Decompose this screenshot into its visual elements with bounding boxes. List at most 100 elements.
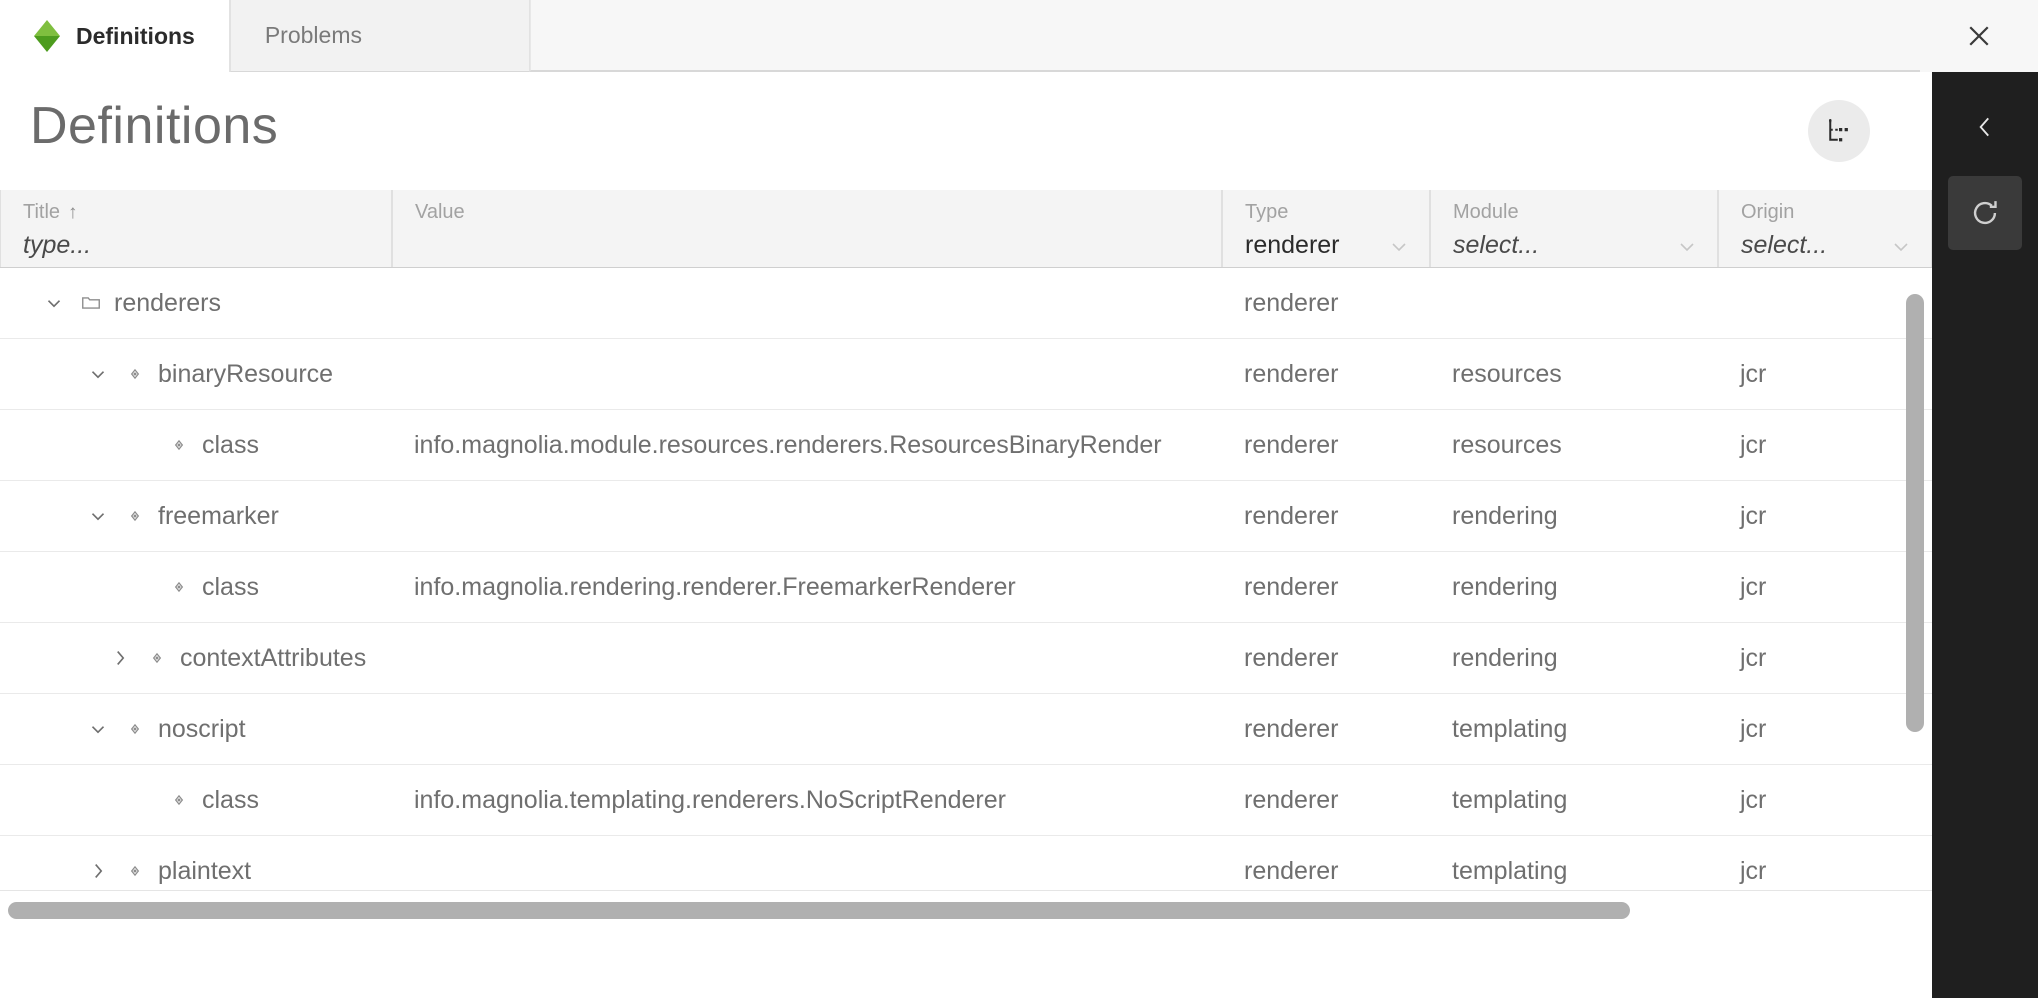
tree-view-toggle-button[interactable] [1808, 100, 1870, 162]
refresh-button[interactable] [1948, 176, 2022, 250]
row-expander[interactable] [34, 283, 74, 323]
cell-type: renderer [1244, 643, 1339, 672]
chevron-right-icon [95, 864, 103, 878]
table-row[interactable]: freemarker renderer rendering jcr [0, 481, 1932, 552]
vertical-scrollbar-thumb[interactable] [1906, 294, 1924, 732]
magnolia-logo-icon [34, 20, 60, 52]
cell-title: renderers [0, 283, 392, 323]
chevron-down-icon [1894, 242, 1908, 251]
node-icon [130, 510, 140, 522]
table-row[interactable]: class info.magnolia.module.resources.rend… [0, 410, 1932, 481]
action-rail [1932, 72, 2038, 998]
cell-title: class [0, 567, 392, 607]
tab-definitions[interactable]: Definitions [0, 0, 230, 72]
column-label-module: Module [1453, 201, 1519, 223]
column-header-type[interactable]: Type renderer [1222, 190, 1430, 267]
horizontal-scrollbar-thumb[interactable] [8, 902, 1630, 919]
column-header-value[interactable]: Value [392, 190, 1222, 267]
node-icon [130, 865, 140, 877]
tab-problems-label: Problems [264, 22, 362, 48]
row-type-icon [162, 576, 196, 598]
chevron-down-icon [91, 371, 105, 379]
cell-module: rendering [1452, 572, 1558, 601]
column-label-title: Title ↑ [23, 201, 78, 223]
cell-type: renderer [1244, 785, 1339, 814]
row-type-icon [162, 789, 196, 811]
chevron-down-icon [1392, 242, 1406, 251]
row-expander[interactable] [100, 638, 140, 678]
definitions-table: Title ↑ type... Value Type renderer Module sele… [0, 190, 1932, 930]
row-type-icon [118, 718, 152, 740]
filter-input-title[interactable]: type... [23, 231, 373, 260]
cell-origin: jcr [1740, 359, 1767, 388]
column-header-origin[interactable]: Origin select... [1718, 190, 1932, 267]
filter-select-origin[interactable]: select... [1741, 231, 1913, 260]
cell-module: rendering [1452, 643, 1558, 672]
table-row[interactable]: renderers renderer [0, 268, 1932, 339]
table-row[interactable]: class info.magnolia.rendering.renderer.Fr… [0, 552, 1932, 623]
cell-module: rendering [1452, 501, 1558, 530]
horizontal-scrollbar[interactable] [0, 890, 1932, 930]
node-icon [174, 439, 184, 451]
node-icon [174, 581, 184, 593]
node-icon [130, 723, 140, 735]
row-expander [122, 425, 162, 465]
page-header: Definitions [0, 72, 1932, 190]
cell-origin: jcr [1740, 643, 1767, 672]
row-expander [122, 567, 162, 607]
tab-bar-filler [529, 0, 2038, 71]
refresh-icon [1973, 201, 1997, 225]
row-type-icon [118, 363, 152, 385]
column-header-title[interactable]: Title ↑ type... [0, 190, 392, 267]
definitions-app: Definitions Problems Definitions Title ↑… [0, 0, 2038, 998]
table-body: renderers renderer binaryResource renderer r… [0, 268, 1932, 907]
tree-structure-icon [1829, 119, 1848, 142]
row-expander[interactable] [78, 496, 118, 536]
column-label-value: Value [415, 201, 465, 223]
cell-module: templating [1452, 714, 1568, 743]
table-row[interactable]: binaryResource renderer resources jcr [0, 339, 1932, 410]
node-icon [152, 652, 162, 664]
filter-select-module[interactable]: select... [1453, 231, 1699, 260]
vertical-scrollbar[interactable] [1906, 294, 1924, 920]
table-row[interactable]: class info.magnolia.templating.renderers.… [0, 765, 1932, 836]
row-type-icon [74, 292, 108, 314]
cell-type: renderer [1244, 714, 1339, 743]
cell-type: renderer [1244, 359, 1339, 388]
cell-type: renderer [1244, 572, 1339, 601]
table-row[interactable]: noscript renderer templating jcr [0, 694, 1932, 765]
close-button[interactable] [1920, 0, 2038, 72]
cell-origin: jcr [1740, 785, 1767, 814]
cell-module: resources [1452, 359, 1562, 388]
cell-title: binaryResource [0, 354, 392, 394]
tab-definitions-label: Definitions [76, 22, 195, 49]
row-expander[interactable] [78, 354, 118, 394]
cell-type: renderer [1244, 856, 1339, 885]
row-expander[interactable] [78, 709, 118, 749]
cell-value: info.magnolia.module.resources.renderers… [414, 430, 1162, 459]
column-header-module[interactable]: Module select... [1430, 190, 1718, 267]
chevron-down-icon [47, 300, 61, 308]
cell-origin: jcr [1740, 856, 1767, 885]
node-icon [130, 368, 140, 380]
filter-select-type[interactable]: renderer [1245, 231, 1411, 260]
row-type-icon [118, 860, 152, 882]
chevron-down-icon [91, 726, 105, 734]
back-button[interactable] [1954, 96, 2016, 158]
row-type-icon [140, 647, 174, 669]
cell-module: templating [1452, 856, 1568, 885]
page-title: Definitions [30, 97, 279, 155]
chevron-left-icon [1979, 117, 1989, 137]
row-expander[interactable] [78, 851, 118, 891]
sort-indicator-title: ↑ [68, 201, 78, 223]
table-row[interactable]: contextAttributes renderer rendering jcr [0, 623, 1932, 694]
cell-origin: jcr [1740, 501, 1767, 530]
cell-title: contextAttributes [0, 638, 392, 678]
cell-origin: jcr [1740, 714, 1767, 743]
node-icon [174, 794, 184, 806]
cell-title: freemarker [0, 496, 392, 536]
close-icon [1969, 26, 1989, 46]
tab-problems[interactable]: Problems [229, 0, 530, 72]
cell-title: noscript [0, 709, 392, 749]
cell-value: info.magnolia.templating.renderers.NoScr… [414, 785, 1006, 814]
